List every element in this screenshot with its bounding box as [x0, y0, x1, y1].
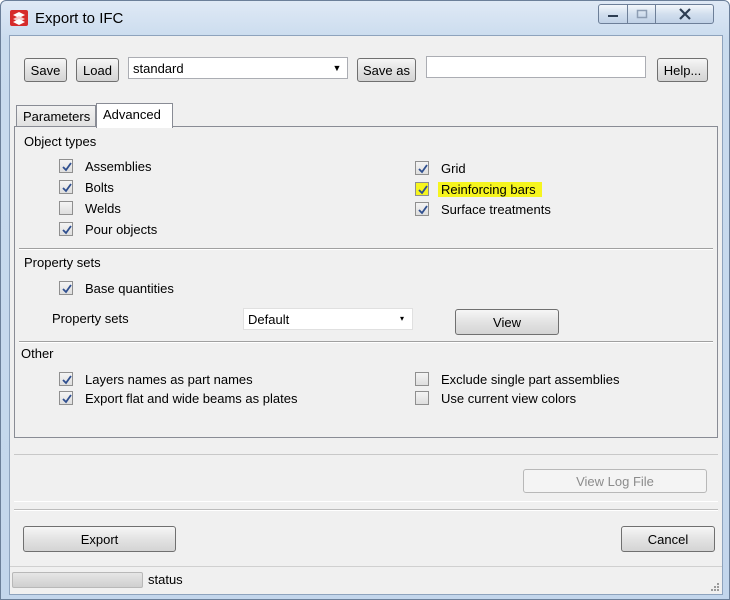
- assemblies-checkbox-row[interactable]: Assemblies: [59, 157, 151, 175]
- help-button[interactable]: Help...: [657, 58, 708, 82]
- cancel-button[interactable]: Cancel: [621, 526, 715, 552]
- dropdown-arrow-icon: ▾: [399, 314, 404, 323]
- current-view-colors-checkbox-row[interactable]: Use current view colors: [415, 389, 576, 407]
- layer-names-checkbox-row[interactable]: Layers names as part names: [59, 370, 253, 388]
- reinforcing-bars-label: Reinforcing bars: [438, 181, 542, 197]
- minimize-icon: [608, 15, 618, 17]
- welds-label: Welds: [85, 200, 121, 216]
- base-quantities-checkbox-row[interactable]: Base quantities: [59, 279, 174, 297]
- exclude-single-part-checkbox[interactable]: [415, 372, 429, 386]
- checkmark-icon: [62, 225, 72, 235]
- preset-value: standard: [133, 61, 184, 76]
- tab-parameters[interactable]: Parameters: [16, 105, 96, 127]
- bolts-checkbox-row[interactable]: Bolts: [59, 178, 114, 196]
- checkmark-icon: [418, 205, 428, 215]
- status-text: status: [148, 572, 183, 587]
- base-quantities-checkbox[interactable]: [59, 281, 73, 295]
- layer-names-label: Layers names as part names: [85, 371, 253, 387]
- status-bar: status: [10, 566, 722, 594]
- export-to-ifc-window: Export to IFC Save Load standard ▼ Save …: [0, 0, 730, 600]
- dropdown-arrow-icon: ▼: [332, 63, 342, 73]
- minimize-button[interactable]: [598, 4, 628, 24]
- advanced-tab-panel: Object types Assemblies Bolts Welds Pour…: [14, 126, 718, 438]
- surface-treatments-checkbox[interactable]: [415, 202, 429, 216]
- log-group: View Log File: [14, 454, 718, 502]
- other-section-label: Other: [21, 346, 54, 361]
- object-types-label: Object types: [24, 134, 97, 149]
- base-quantities-label: Base quantities: [85, 280, 174, 296]
- current-view-colors-label: Use current view colors: [441, 390, 577, 406]
- tekla-app-icon: [10, 10, 28, 26]
- current-view-colors-checkbox[interactable]: [415, 391, 429, 405]
- checkmark-icon: [62, 183, 72, 193]
- property-sets-section-label: Property sets: [24, 255, 101, 270]
- grid-label: Grid: [441, 160, 466, 176]
- flat-beams-checkbox[interactable]: [59, 391, 73, 405]
- checkmark-icon: [418, 185, 428, 195]
- title-bar: Export to IFC: [1, 1, 729, 35]
- save-button[interactable]: Save: [24, 58, 67, 82]
- pour-objects-checkbox-row[interactable]: Pour objects: [59, 220, 157, 238]
- section-divider: [19, 341, 713, 343]
- checkmark-icon: [62, 375, 72, 385]
- close-button[interactable]: [656, 4, 714, 24]
- export-button[interactable]: Export: [23, 526, 176, 552]
- reinforcing-bars-checkbox-row[interactable]: Reinforcing bars: [415, 180, 542, 198]
- section-divider: [19, 248, 713, 250]
- preset-dropdown[interactable]: standard ▼: [128, 57, 348, 79]
- property-sets-value: Default: [248, 312, 290, 327]
- grid-checkbox[interactable]: [415, 161, 429, 175]
- checkmark-icon: [62, 284, 72, 294]
- surface-treatments-label: Surface treatments: [441, 201, 551, 217]
- checkmark-icon: [62, 162, 72, 172]
- bolts-checkbox[interactable]: [59, 180, 73, 194]
- flat-beams-checkbox-row[interactable]: Export flat and wide beams as plates: [59, 389, 297, 407]
- welds-checkbox[interactable]: [59, 201, 73, 215]
- save-as-name-input[interactable]: [426, 56, 646, 78]
- close-icon: [678, 8, 691, 20]
- progress-bar: [12, 572, 143, 588]
- window-title: Export to IFC: [35, 10, 124, 27]
- exclude-single-part-label: Exclude single part assemblies: [441, 371, 620, 387]
- view-property-sets-button[interactable]: View: [455, 309, 559, 335]
- checkmark-icon: [62, 394, 72, 404]
- dialog-body: Save Load standard ▼ Save as Help... Par…: [9, 35, 723, 595]
- assemblies-label: Assemblies: [85, 158, 152, 174]
- property-sets-field-label: Property sets: [52, 311, 129, 326]
- pour-objects-checkbox[interactable]: [59, 222, 73, 236]
- maximize-icon: [636, 9, 647, 19]
- tab-advanced[interactable]: Advanced: [96, 103, 173, 128]
- pour-objects-label: Pour objects: [85, 221, 158, 237]
- resize-grip-icon[interactable]: [708, 580, 720, 592]
- load-button[interactable]: Load: [76, 58, 119, 82]
- flat-beams-label: Export flat and wide beams as plates: [85, 390, 298, 406]
- assemblies-checkbox[interactable]: [59, 159, 73, 173]
- view-log-file-button[interactable]: View Log File: [523, 469, 707, 493]
- grid-checkbox-row[interactable]: Grid: [415, 159, 466, 177]
- save-as-button[interactable]: Save as: [357, 58, 416, 82]
- checkmark-icon: [418, 164, 428, 174]
- exclude-single-part-checkbox-row[interactable]: Exclude single part assemblies: [415, 370, 619, 388]
- property-sets-dropdown[interactable]: Default ▾: [243, 308, 413, 330]
- bolts-label: Bolts: [85, 179, 114, 195]
- surface-treatments-checkbox-row[interactable]: Surface treatments: [415, 200, 551, 218]
- maximize-button[interactable]: [628, 4, 656, 24]
- welds-checkbox-row[interactable]: Welds: [59, 199, 121, 217]
- footer-divider: [14, 509, 718, 511]
- layer-names-checkbox[interactable]: [59, 372, 73, 386]
- reinforcing-bars-checkbox[interactable]: [415, 182, 429, 196]
